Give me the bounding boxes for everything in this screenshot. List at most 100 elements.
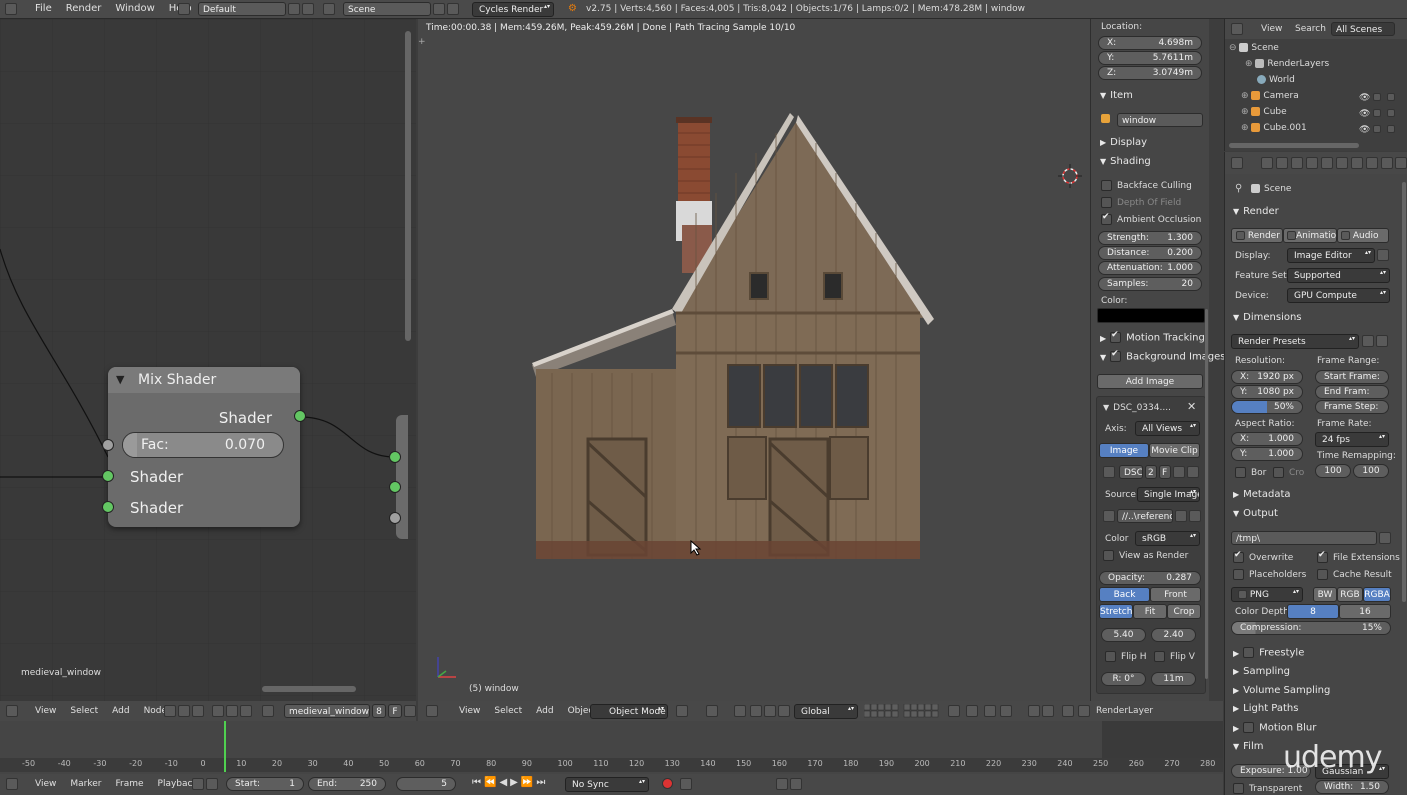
render-passes-icon[interactable] — [1078, 705, 1090, 717]
menu-frame[interactable]: Frame — [108, 775, 150, 793]
menu-select[interactable]: Select — [63, 702, 105, 720]
menu-view[interactable]: View — [28, 702, 63, 720]
scene-icon[interactable] — [323, 3, 335, 15]
location-x[interactable]: X: 4.698m — [1098, 36, 1202, 50]
render-button[interactable]: Render — [1231, 228, 1283, 243]
current-frame-field[interactable]: 5 — [396, 777, 456, 791]
render-layer-icon[interactable] — [1062, 705, 1074, 717]
resolution-percentage[interactable]: 50% — [1231, 400, 1303, 414]
reload-icon[interactable] — [1189, 510, 1201, 522]
dimensions-section[interactable]: ▼ Dimensions — [1233, 312, 1302, 323]
menu-view[interactable]: View — [28, 775, 63, 793]
frame-step[interactable]: Frame Step:1 — [1315, 400, 1389, 414]
collapse-icon[interactable]: ▼ — [116, 373, 124, 386]
source-select[interactable]: Single Image — [1137, 487, 1200, 502]
back-button[interactable]: Back — [1099, 587, 1150, 602]
file-extensions-checkbox[interactable]: File Extensions — [1317, 550, 1400, 563]
border-checkbox[interactable]: Bor — [1235, 467, 1266, 478]
outliner-item-camera[interactable]: ⊕ Camera — [1241, 91, 1299, 101]
mode-select[interactable]: Object Mode — [590, 704, 668, 719]
outliner-item-cube001[interactable]: ⊕ Cube.001 — [1241, 123, 1307, 133]
layers-icon[interactable] — [864, 704, 944, 718]
mix-shader-node[interactable]: ▼ Mix Shader Shader Fac: 0.070 Shader Sh… — [108, 367, 300, 527]
offset-y[interactable]: 2.40 — [1151, 628, 1196, 642]
material-users[interactable]: 8 — [372, 704, 386, 718]
ao-attenuation[interactable]: Attenuation: 1.000 — [1098, 261, 1202, 275]
shader-socket-2[interactable] — [102, 501, 114, 513]
device-select[interactable]: GPU Compute — [1287, 288, 1390, 303]
select-arrow-icon[interactable] — [1373, 125, 1381, 133]
remove-scene-icon[interactable] — [447, 3, 459, 15]
flip-h-checkbox[interactable]: Flip H — [1105, 651, 1147, 662]
render-layers-tab-icon[interactable] — [1276, 157, 1288, 169]
file-format-select[interactable]: PNG — [1231, 587, 1303, 602]
properties-scrollbar[interactable] — [1402, 182, 1406, 602]
object-tab-icon[interactable] — [1321, 157, 1333, 169]
visibility-eye-icon[interactable]: 👁 — [1359, 93, 1370, 103]
insert-keyframe-icon[interactable] — [776, 778, 788, 790]
end-frame[interactable]: End Fram:250 — [1315, 385, 1389, 399]
linestyle-icon[interactable] — [240, 705, 252, 717]
opacity-slider[interactable]: Opacity: 0.287 — [1099, 571, 1201, 585]
viewport-corner-icon[interactable]: + — [418, 37, 426, 47]
timeline-ruler[interactable]: -50 -40 -30 -20 -10 0 10 20 30 40 50 60 70 80 90 100 110… — [0, 758, 1223, 772]
fit-button[interactable]: Fit — [1133, 604, 1167, 619]
scale-icon[interactable] — [778, 705, 790, 717]
data-tab-icon[interactable] — [1366, 157, 1378, 169]
sync-select[interactable]: No Sync — [565, 777, 649, 792]
select-arrow-icon[interactable] — [1373, 109, 1381, 117]
shading-section[interactable]: ▼ Shading — [1100, 156, 1151, 167]
image-fake-user[interactable]: F — [1159, 465, 1171, 479]
surface-socket[interactable] — [389, 451, 401, 463]
light-paths-section[interactable]: ▶ Light Paths — [1233, 703, 1298, 714]
select-arrow-icon[interactable] — [1373, 93, 1381, 101]
node-hscroll[interactable] — [262, 686, 356, 692]
remove-layout-icon[interactable] — [302, 3, 314, 15]
play-icon[interactable]: ▶ — [510, 777, 521, 788]
lock-layers-icon[interactable] — [948, 705, 960, 717]
material-icon[interactable] — [262, 705, 274, 717]
crop-button[interactable]: Crop — [1167, 604, 1201, 619]
lock-range-icon[interactable] — [206, 778, 218, 790]
overwrite-checkbox[interactable]: Overwrite — [1233, 550, 1293, 563]
orientation-select[interactable]: Global — [794, 704, 858, 719]
image-users[interactable]: 2 — [1145, 465, 1157, 479]
rgb-button[interactable]: RGB — [1337, 587, 1363, 602]
location-z[interactable]: Z: 3.0749m — [1098, 66, 1202, 80]
timeline[interactable]: -50 -40 -30 -20 -10 0 10 20 30 40 50 60 70 80 90 100 110… — [0, 721, 1223, 774]
outliner-item-world[interactable]: World — [1257, 75, 1295, 85]
display-section[interactable]: ▶ Display — [1100, 137, 1147, 148]
output-browse-icon[interactable] — [1379, 532, 1391, 544]
outliner-view-menu[interactable]: View — [1261, 24, 1282, 34]
render-toggle-icon[interactable] — [1387, 125, 1395, 133]
pack-icon[interactable] — [1103, 510, 1115, 522]
new-image-icon[interactable] — [1173, 466, 1185, 478]
layout-field[interactable]: Default — [198, 2, 286, 16]
render-tab-icon[interactable] — [1261, 157, 1273, 169]
info-editor-icon[interactable] — [5, 3, 17, 15]
crop-checkbox[interactable]: Cro — [1273, 467, 1304, 478]
motion-blur-section[interactable]: ▶ Motion Blur — [1233, 722, 1316, 734]
viewport-shading-icon[interactable] — [676, 705, 688, 717]
pivot-point-icon[interactable] — [706, 705, 718, 717]
menu-render[interactable]: Render — [59, 0, 109, 18]
editor-type-icon[interactable] — [426, 705, 438, 717]
image-path-field[interactable]: //..\referenc — [1117, 509, 1173, 523]
start-frame-field[interactable]: Start: 1 — [226, 777, 304, 791]
output-path-field[interactable]: /tmp\ — [1231, 531, 1377, 545]
placeholders-checkbox[interactable]: Placeholders — [1233, 569, 1306, 580]
unlink-image-icon[interactable] — [1187, 466, 1199, 478]
cache-result-checkbox[interactable]: Cache Result — [1317, 569, 1392, 580]
motion-tracking-section[interactable]: ▶Motion Tracking — [1100, 330, 1205, 344]
menu-marker[interactable]: Marker — [63, 775, 108, 793]
texture-tab-icon[interactable] — [1395, 157, 1407, 169]
scene-field[interactable]: Scene — [343, 2, 431, 16]
file-browse-icon[interactable] — [1175, 510, 1187, 522]
resolution-y[interactable]: Y: 1080 px — [1231, 385, 1303, 399]
node-editor[interactable]: ▼ Mix Shader Shader Fac: 0.070 Shader Sh… — [0, 19, 416, 701]
editor-type-icon[interactable] — [6, 778, 18, 790]
freestyle-section[interactable]: ▶ Freestyle — [1233, 647, 1304, 659]
end-frame-field[interactable]: End: 250 — [308, 777, 386, 791]
image-tab[interactable]: Image — [1099, 443, 1149, 458]
location-y[interactable]: Y: 5.7611m — [1098, 51, 1202, 65]
